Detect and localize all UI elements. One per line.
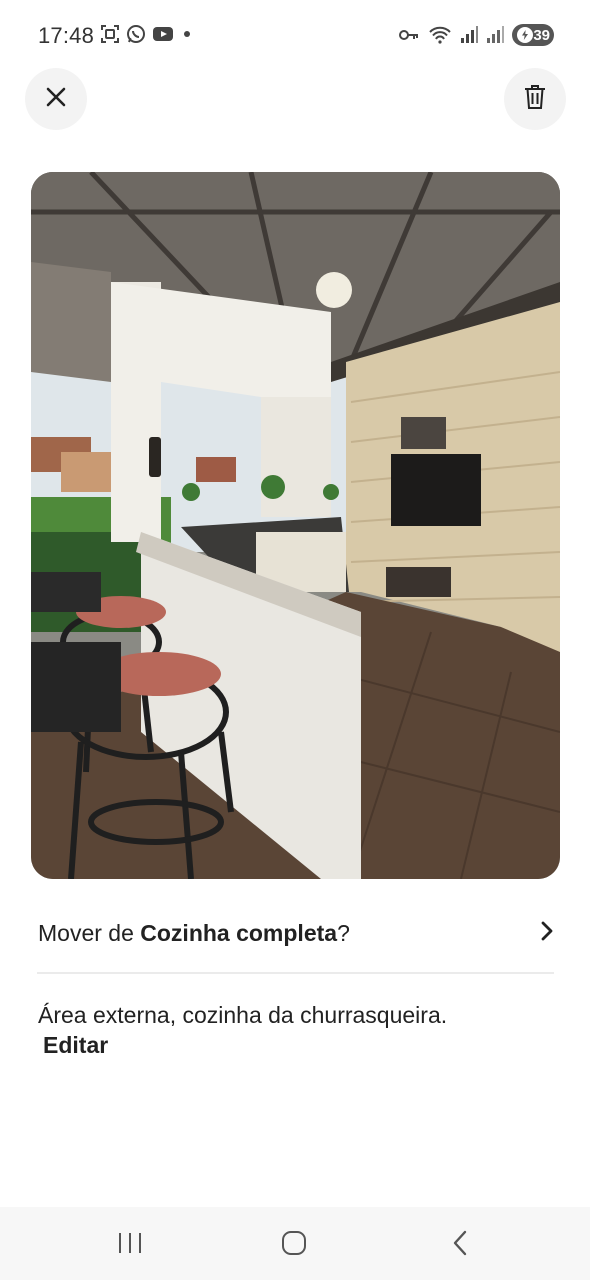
move-room-row[interactable]: Mover de Cozinha completa?	[38, 912, 554, 954]
battery-level: 39	[533, 26, 550, 44]
recents-button[interactable]	[100, 1225, 160, 1265]
move-suffix: ?	[337, 919, 350, 946]
status-time: 17:48	[38, 23, 95, 48]
system-nav-bar	[0, 1207, 590, 1280]
home-button[interactable]	[264, 1225, 324, 1265]
status-bar: 17:48 39	[0, 0, 590, 70]
recents-icon	[117, 1231, 143, 1260]
status-notification-icons	[100, 24, 190, 44]
status-system-icons: 39	[398, 24, 554, 46]
youtube-icon	[152, 24, 173, 44]
room-name: Cozinha completa	[140, 919, 338, 946]
dot-icon	[184, 31, 190, 37]
delete-button[interactable]	[504, 68, 566, 130]
signal-icon	[486, 25, 504, 45]
screenshot-icon	[100, 24, 120, 44]
listing-photo[interactable]	[31, 172, 560, 879]
chevron-right-icon	[540, 920, 554, 947]
home-icon	[280, 1229, 308, 1262]
close-button[interactable]	[25, 68, 87, 130]
close-icon	[45, 86, 67, 113]
photo-caption: Área externa, cozinha da churrasqueira.	[38, 1002, 448, 1028]
move-prefix: Mover de	[38, 919, 141, 946]
battery-icon: 39	[512, 24, 554, 46]
whatsapp-icon	[126, 24, 146, 44]
back-button[interactable]	[430, 1225, 490, 1265]
divider	[37, 972, 554, 974]
signal-icon	[460, 25, 478, 45]
trash-icon	[524, 84, 546, 115]
edit-caption-button[interactable]: Editar	[43, 1032, 108, 1059]
photo-outdoor-barbecue-kitchen	[31, 172, 560, 879]
wifi-icon	[428, 25, 452, 45]
move-room-text: Mover de Cozinha completa?	[38, 920, 350, 947]
back-icon	[451, 1229, 469, 1262]
vpn-key-icon	[398, 25, 420, 45]
